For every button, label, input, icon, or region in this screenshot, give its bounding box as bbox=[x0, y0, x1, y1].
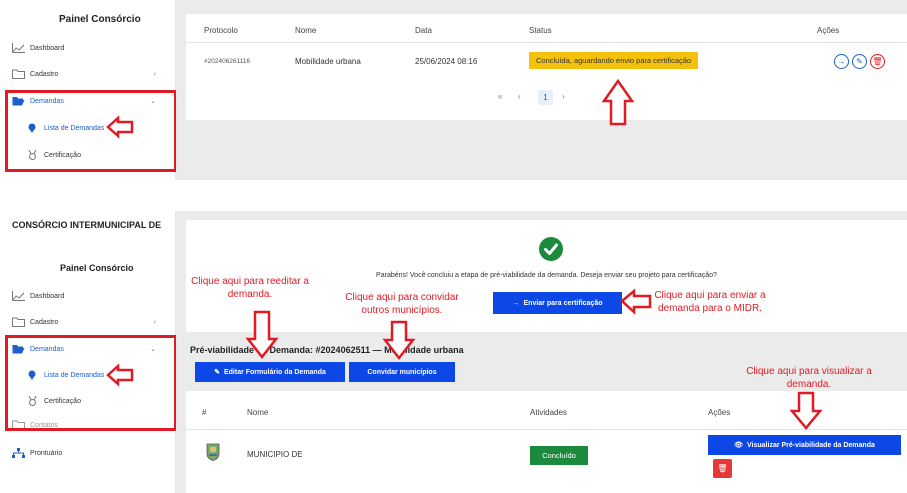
arrow-left-icon bbox=[106, 363, 134, 387]
arrow-left-icon bbox=[620, 288, 652, 315]
arrow-up-icon bbox=[601, 78, 635, 126]
arrow-left-icon bbox=[106, 115, 134, 139]
annotation-reedit: Clique aqui para reeditar a demanda. bbox=[191, 276, 309, 300]
annotation-arrows bbox=[106, 78, 823, 430]
arrow-down-icon bbox=[789, 391, 823, 430]
annotation-send: Clique aqui para enviar a demanda para o… bbox=[654, 290, 766, 314]
arrow-down-icon bbox=[245, 310, 279, 360]
annotation-view: Clique aqui para visualizar a demanda. bbox=[746, 366, 872, 390]
annotation-invite: Clique aqui para convidar outros municíp… bbox=[345, 292, 459, 316]
arrow-down-icon bbox=[382, 320, 416, 361]
